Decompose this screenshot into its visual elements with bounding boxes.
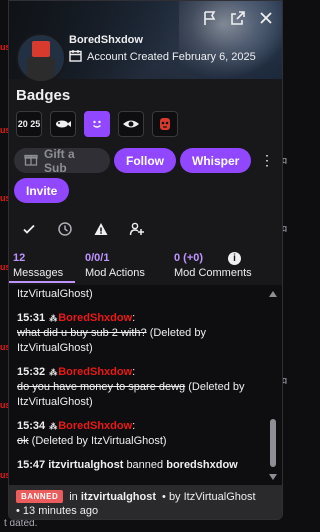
tab-mod-comments[interactable]: 0 (+0) Mod Comments bbox=[170, 250, 270, 283]
gift-sub-button[interactable]: Gift a Sub bbox=[14, 146, 110, 175]
tab-mod-actions[interactable]: 0/0/1 Mod Actions bbox=[81, 250, 170, 283]
bg-chat-fragment: g bbox=[282, 375, 288, 384]
tab-messages-label: Messages bbox=[13, 267, 64, 279]
message-author[interactable]: BoredShxdow bbox=[58, 366, 132, 378]
gift-sub-label: Gift a Sub bbox=[44, 146, 75, 175]
message-time: 15:31 bbox=[17, 312, 46, 324]
tab-mod-comments-count: 0 (+0) bbox=[174, 252, 204, 264]
avatar[interactable] bbox=[16, 33, 66, 83]
account-created-text: Account Created February 6, 2025 bbox=[87, 51, 256, 63]
message-time: 15:32 bbox=[17, 366, 46, 378]
tab-mod-comments-label: Mod Comments bbox=[174, 267, 252, 279]
message-text: ok bbox=[17, 435, 29, 447]
badge-2025[interactable]: 20 25 bbox=[16, 111, 42, 137]
more-vertical-icon[interactable]: ⋮ bbox=[260, 153, 274, 167]
list-item: ItzVirtualGhost) bbox=[17, 287, 269, 302]
ban-verb: banned bbox=[126, 459, 164, 471]
message-time: 15:47 bbox=[17, 459, 46, 471]
ban-event: 15:47 itzvirtualghost banned boredshxdow bbox=[17, 458, 269, 473]
badge-2025: ⁂ bbox=[49, 422, 58, 431]
log-scrollbar[interactable] bbox=[269, 291, 277, 481]
message-list: ItzVirtualGhost) 15:31 ⁂BoredShxdow: wha… bbox=[17, 287, 269, 482]
scroll-up-icon[interactable] bbox=[269, 291, 277, 297]
add-user-icon[interactable] bbox=[129, 221, 145, 237]
close-icon[interactable] bbox=[258, 10, 274, 26]
ban-target[interactable]: boredshxdow bbox=[166, 459, 238, 471]
message-fragment: ItzVirtualGhost) bbox=[17, 288, 93, 300]
clock-icon[interactable] bbox=[57, 221, 73, 237]
ban-channel[interactable]: itzvirtualghost bbox=[81, 491, 156, 503]
badge-2025: ⁂ bbox=[49, 314, 58, 323]
list-item: 15:31 ⁂BoredShxdow: what did u buy sub 2… bbox=[17, 312, 206, 354]
ban-time: • 13 minutes ago bbox=[16, 505, 99, 517]
follow-button[interactable]: Follow bbox=[114, 148, 176, 173]
ban-by-text: • by ItzVirtualGhost bbox=[162, 491, 256, 503]
list-item: 15:32 ⁂BoredShxdow: do you have money to… bbox=[17, 366, 245, 408]
popout-icon[interactable] bbox=[230, 10, 246, 26]
badges-title: Badges bbox=[16, 87, 71, 104]
ban-in-word: in bbox=[69, 490, 78, 503]
warning-icon[interactable] bbox=[93, 221, 109, 237]
ban-moderator-name[interactable]: ItzVirtualGhost bbox=[184, 491, 256, 503]
message-author[interactable]: BoredShxdow bbox=[58, 420, 132, 432]
tab-messages-count: 12 bbox=[13, 252, 26, 264]
ban-status: BANNED in itzvirtualghost • by ItzVirtua… bbox=[9, 485, 282, 519]
avatar-body bbox=[27, 57, 55, 81]
badge-mask[interactable] bbox=[152, 111, 178, 137]
badge-list: 20 25 bbox=[16, 111, 178, 137]
primary-actions: Gift a Sub Follow Whisper bbox=[14, 146, 252, 175]
tab-underline bbox=[9, 281, 75, 283]
account-created: Account Created February 6, 2025 bbox=[69, 49, 256, 65]
flag-icon[interactable] bbox=[202, 10, 218, 26]
calendar-icon bbox=[69, 49, 82, 65]
scroll-thumb[interactable] bbox=[270, 419, 276, 467]
message-time: 15:34 bbox=[17, 420, 46, 432]
invite-button[interactable]: Invite bbox=[14, 178, 70, 203]
badge-eye[interactable] bbox=[118, 111, 144, 137]
message-text: do you have money to spare dewg bbox=[17, 381, 186, 393]
tab-mod-actions-label: Mod Actions bbox=[85, 267, 145, 279]
info-icon[interactable]: i bbox=[228, 252, 241, 265]
status-badge: BANNED bbox=[16, 490, 64, 503]
list-item: 15:34 ⁂BoredShxdow: ok (Deleted by ItzVi… bbox=[17, 420, 167, 447]
badge-2025: ⁂ bbox=[49, 368, 58, 377]
whisper-button[interactable]: Whisper bbox=[180, 148, 252, 173]
avatar-head bbox=[32, 41, 50, 57]
ban-status-line: BANNED in itzvirtualghost • by ItzVirtua… bbox=[16, 490, 256, 503]
mod-action-icons bbox=[21, 221, 145, 237]
message-log: ItzVirtualGhost) 15:31 ⁂BoredShxdow: wha… bbox=[9, 285, 282, 485]
card-tabs: 12 Messages 0/0/1 Mod Actions 0 (+0) Mod… bbox=[9, 250, 282, 283]
ban-in-text: in itzvirtualghost bbox=[69, 491, 156, 503]
tab-mod-actions-count: 0/0/1 bbox=[85, 252, 110, 264]
bg-chat-fragment: g bbox=[282, 155, 288, 164]
message-note: (Deleted by ItzVirtualGhost) bbox=[28, 435, 167, 447]
check-icon[interactable] bbox=[21, 221, 37, 237]
ban-by-word: • by bbox=[162, 490, 181, 503]
tab-messages[interactable]: 12 Messages bbox=[9, 250, 81, 283]
badge-fish[interactable] bbox=[50, 111, 76, 137]
message-text: what did u buy sub 2 with? bbox=[17, 327, 147, 339]
bg-chat-fragment: g bbox=[282, 223, 288, 232]
card-header-actions bbox=[202, 10, 274, 26]
user-card: BoredShxdow Account Created February 6, … bbox=[8, 0, 283, 520]
username[interactable]: BoredShxdow bbox=[69, 34, 143, 46]
ban-moderator[interactable]: itzvirtualghost bbox=[48, 459, 123, 471]
gift-icon bbox=[24, 152, 38, 169]
scroll-down-icon[interactable] bbox=[269, 474, 277, 480]
invite-row: Invite bbox=[14, 178, 70, 203]
badge-smiley[interactable] bbox=[84, 111, 110, 137]
message-author[interactable]: BoredShxdow bbox=[58, 312, 132, 324]
